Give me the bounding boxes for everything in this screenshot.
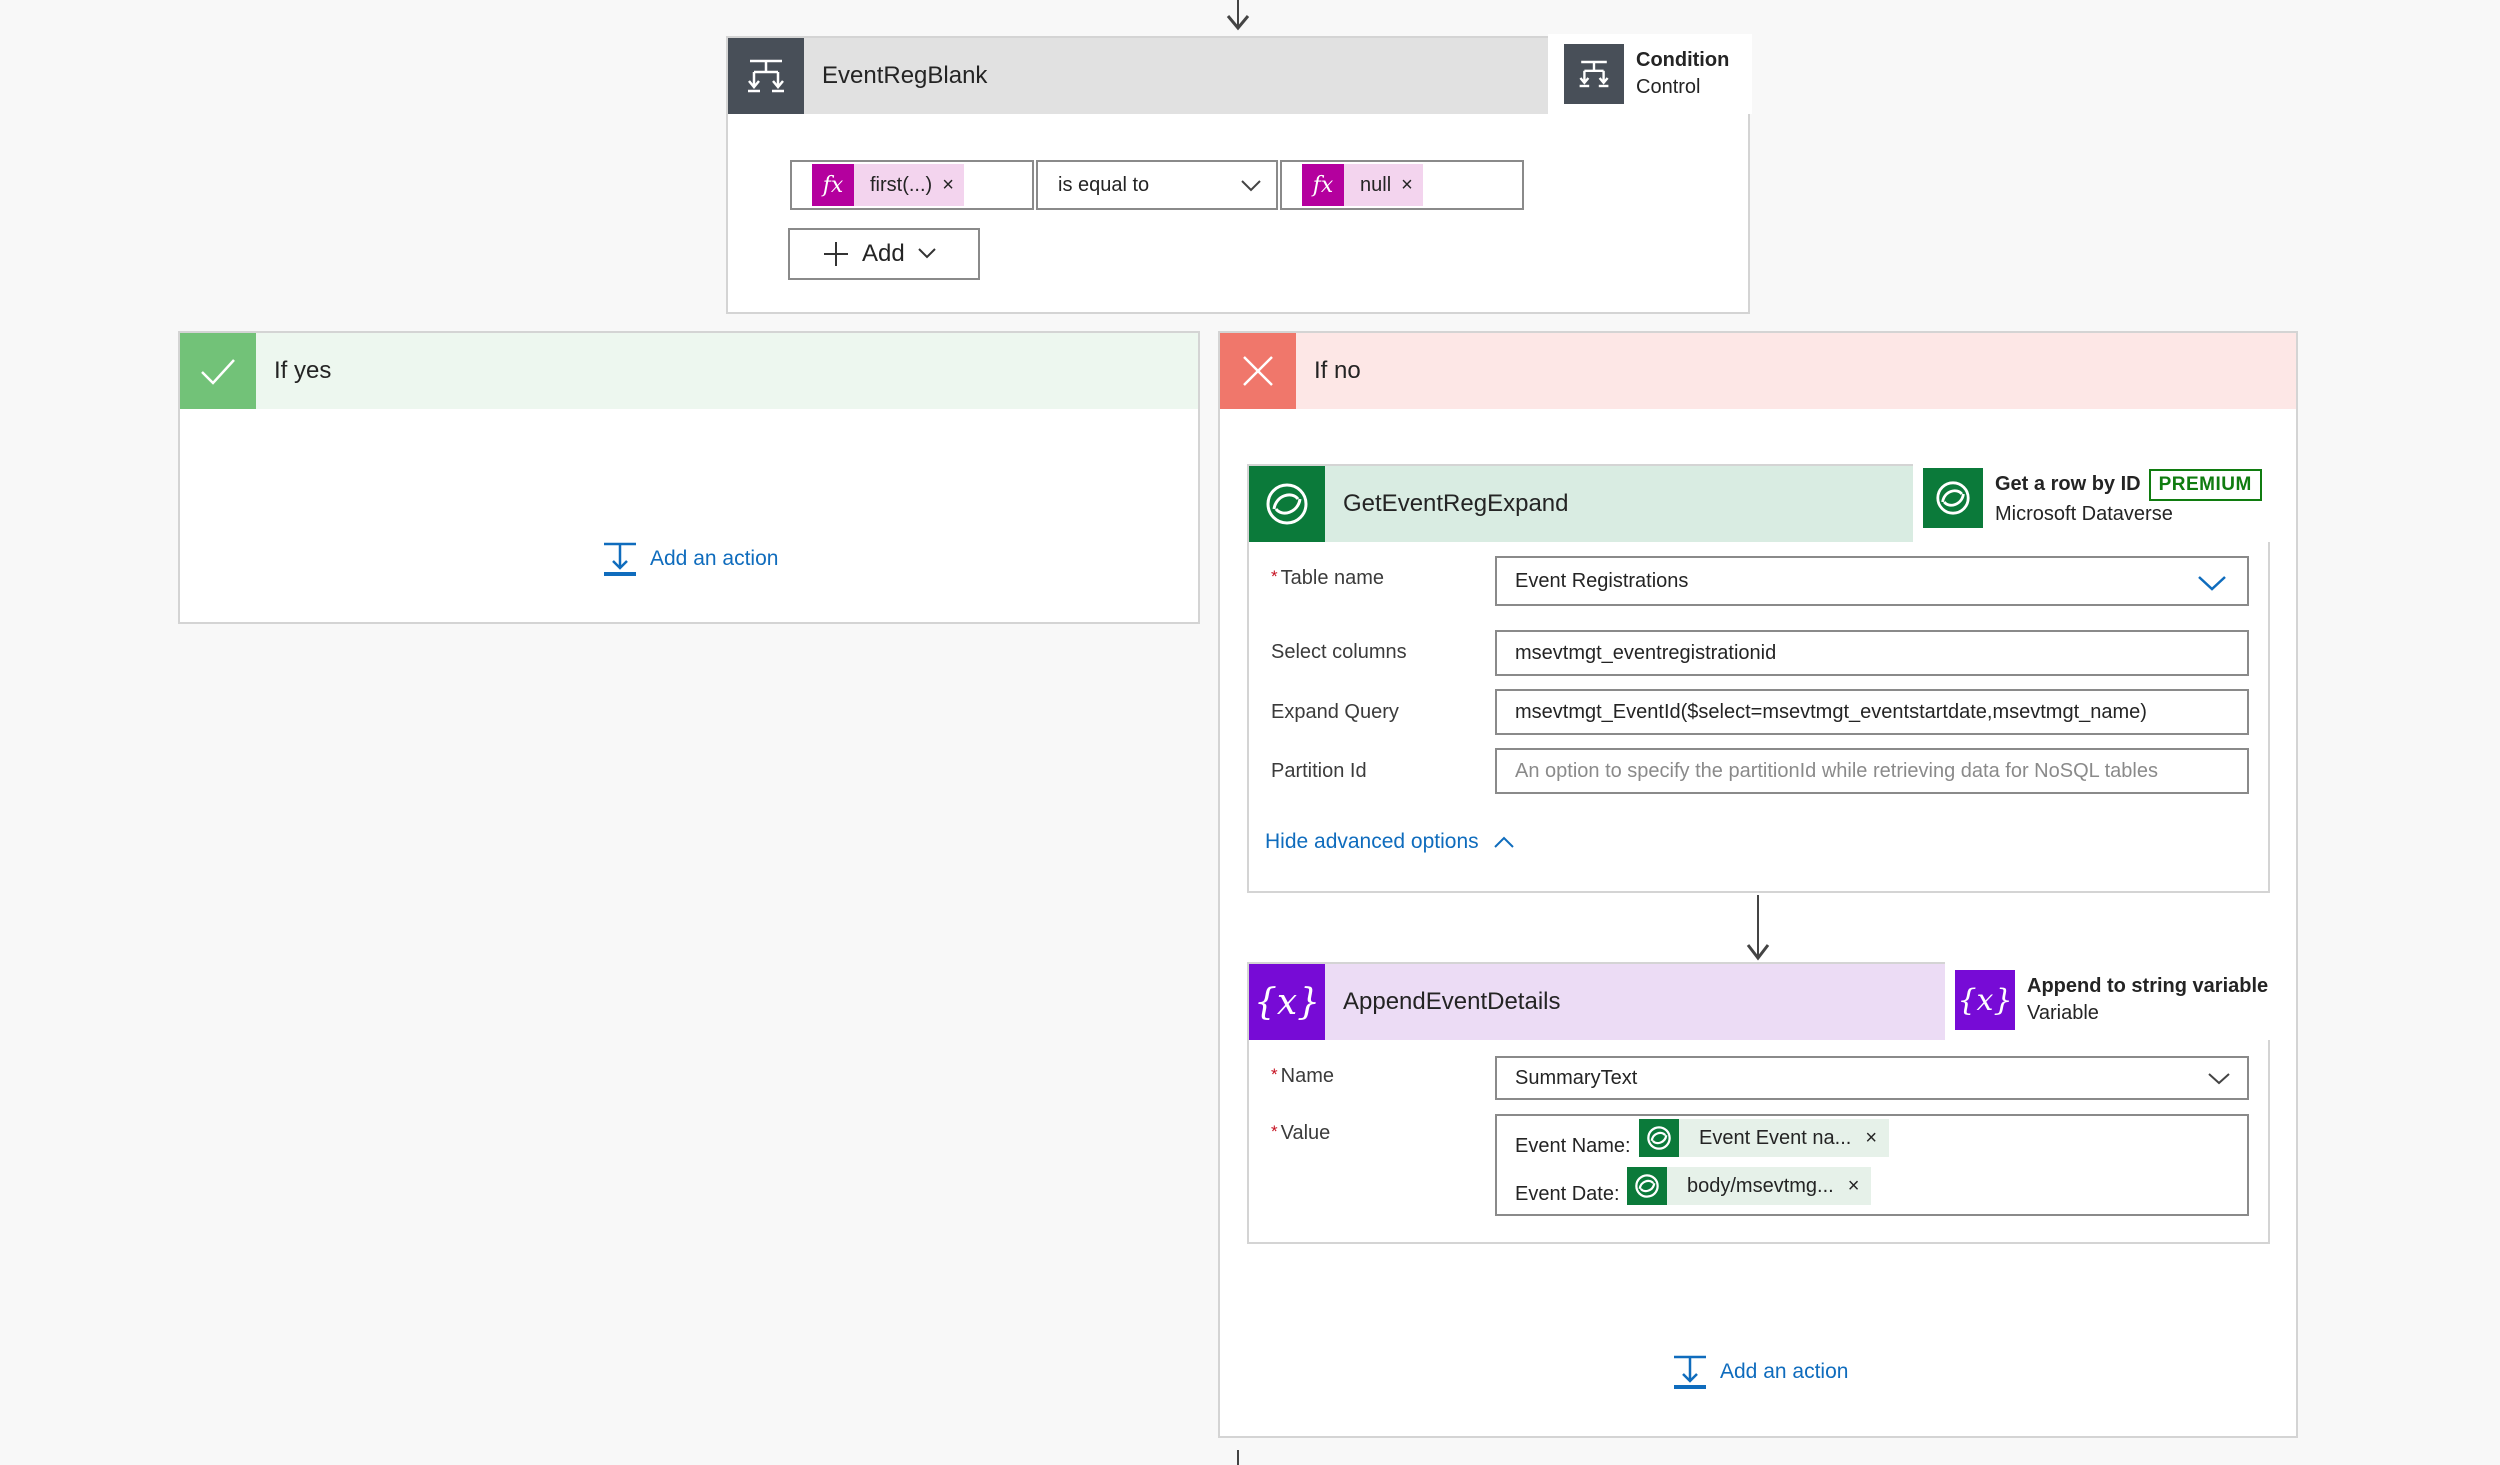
fx-icon: fx bbox=[1302, 164, 1344, 206]
right-operand-label: null bbox=[1360, 173, 1392, 196]
remove-token-icon[interactable]: × bbox=[1401, 174, 1423, 197]
dataverse-token-icon bbox=[1627, 1167, 1667, 1205]
table-name-value: Event Registrations bbox=[1515, 569, 1689, 592]
get-row-header[interactable]: GetEventRegExpand bbox=[1249, 466, 1913, 542]
append-badge-title: Append to string variable bbox=[2027, 975, 2269, 997]
left-operand-field[interactable]: fx first(...) × bbox=[790, 160, 1034, 210]
get-row-title: GetEventRegExpand bbox=[1343, 490, 1569, 517]
condition-title: EventRegBlank bbox=[822, 62, 988, 89]
value-label: * Value bbox=[1271, 1122, 1331, 1144]
bottom-connector-line bbox=[1237, 1450, 1239, 1465]
append-badge: {x} Append to string variable Variable bbox=[1945, 960, 2277, 1040]
append-card: {x} AppendEventDetails {x} Append to str… bbox=[1247, 960, 2277, 1244]
fx-icon: fx bbox=[812, 164, 854, 206]
table-name-label: * Table name bbox=[1271, 567, 1385, 589]
add-label: Add bbox=[862, 240, 905, 267]
event-date-token[interactable]: body/msevtmg... × bbox=[1627, 1167, 1872, 1205]
condition-badge-subtitle: Control bbox=[1636, 76, 1701, 98]
condition-badge-title: Condition bbox=[1636, 49, 1730, 71]
value-input[interactable]: Event Name: Event Event na... × Event Da… bbox=[1495, 1114, 2249, 1216]
get-row-badge: Get a row by ID PREMIUM Microsoft Dataver… bbox=[1913, 454, 2277, 542]
append-badge-subtitle: Variable bbox=[2027, 1002, 2099, 1024]
if-yes-header[interactable]: If yes bbox=[180, 333, 1198, 409]
hide-advanced-label: Hide advanced options bbox=[1265, 830, 1479, 853]
partition-id-label: Partition Id bbox=[1271, 760, 1367, 782]
remove-token-icon[interactable]: × bbox=[1848, 1175, 1872, 1198]
right-operand-token[interactable]: fx null × bbox=[1302, 164, 1423, 206]
remove-token-icon[interactable]: × bbox=[942, 174, 964, 197]
plus-icon bbox=[824, 242, 848, 266]
add-action-label: Add an action bbox=[650, 547, 779, 570]
add-action-icon bbox=[1674, 1355, 1706, 1389]
event-name-token[interactable]: Event Event na... × bbox=[1639, 1119, 1890, 1157]
left-operand-label: first(...) bbox=[870, 173, 933, 196]
event-name-token-label: Event Event na... bbox=[1699, 1126, 1852, 1149]
get-row-card: GetEventRegExpand Get a row by ID PREMIUM… bbox=[1247, 454, 2277, 893]
partition-id-input[interactable]: An option to specify the partitionId whi… bbox=[1495, 748, 2249, 794]
remove-token-icon[interactable]: × bbox=[1865, 1127, 1889, 1150]
select-columns-label: Select columns bbox=[1271, 641, 1407, 663]
get-row-badge-subtitle: Microsoft Dataverse bbox=[1995, 502, 2173, 525]
get-row-badge-title: Get a row by ID bbox=[1995, 472, 2141, 495]
name-value: SummaryText bbox=[1515, 1066, 1638, 1089]
condition-card: EventRegBlank Condition Control fx first… bbox=[726, 34, 1752, 314]
add-action-label: Add an action bbox=[1720, 1360, 1849, 1383]
condition-badge: Condition Control bbox=[1548, 34, 1752, 114]
mid-connector-arrow-icon bbox=[1746, 944, 1770, 961]
chevron-down-icon bbox=[1241, 180, 1261, 192]
event-date-token-label: body/msevtmg... bbox=[1687, 1174, 1834, 1197]
add-condition-button[interactable]: Add bbox=[788, 228, 980, 280]
dataverse-badge-icon bbox=[1923, 468, 1983, 528]
table-name-select[interactable]: Event Registrations bbox=[1495, 556, 2249, 606]
condition-badge-icon bbox=[1564, 44, 1624, 104]
variable-icon: {x} bbox=[1249, 964, 1325, 1040]
expand-query-value: msevtmgt_EventId($select=msevtmgt_events… bbox=[1515, 700, 2147, 723]
dataverse-icon bbox=[1249, 466, 1325, 542]
expand-query-input[interactable]: msevtmgt_EventId($select=msevtmgt_events… bbox=[1495, 689, 2249, 735]
chevron-down-icon bbox=[2208, 1073, 2230, 1085]
partition-id-placeholder: An option to specify the partitionId whi… bbox=[1515, 759, 2158, 782]
if-yes-add-action[interactable]: Add an action bbox=[602, 541, 778, 577]
condition-icon bbox=[728, 38, 804, 114]
right-operand-field[interactable]: fx null × bbox=[1280, 160, 1524, 210]
append-title: AppendEventDetails bbox=[1343, 988, 1561, 1015]
variable-badge-icon: {x} bbox=[1955, 970, 2015, 1030]
select-columns-value: msevtmgt_eventregistrationid bbox=[1515, 641, 1777, 664]
if-no-title: If no bbox=[1314, 357, 1361, 384]
expand-query-label: Expand Query bbox=[1271, 701, 1399, 723]
dataverse-token-icon bbox=[1639, 1119, 1679, 1157]
event-date-prefix: Event Date: bbox=[1515, 1183, 1620, 1205]
select-columns-input[interactable]: msevtmgt_eventregistrationid bbox=[1495, 630, 2249, 676]
chevron-down-icon bbox=[917, 248, 936, 259]
add-action-icon bbox=[604, 542, 636, 576]
name-label: * Name bbox=[1271, 1065, 1334, 1087]
append-header[interactable]: {x} AppendEventDetails bbox=[1249, 964, 1945, 1040]
if-no-add-action[interactable]: Add an action bbox=[1672, 1354, 1848, 1390]
chevron-down-icon bbox=[2198, 576, 2226, 591]
left-operand-token[interactable]: fx first(...) × bbox=[812, 164, 964, 206]
checkmark-icon bbox=[180, 333, 256, 409]
close-icon bbox=[1220, 333, 1296, 409]
hide-advanced-options-link[interactable]: Hide advanced options bbox=[1265, 830, 1515, 854]
operator-value: is equal to bbox=[1058, 173, 1150, 196]
chevron-up-icon bbox=[1493, 836, 1514, 848]
name-select[interactable]: SummaryText bbox=[1495, 1056, 2249, 1100]
if-no-header[interactable]: If no bbox=[1220, 333, 2296, 409]
premium-badge: PREMIUM bbox=[2148, 468, 2262, 501]
if-yes-title: If yes bbox=[274, 357, 332, 384]
event-name-prefix: Event Name: bbox=[1515, 1135, 1631, 1157]
if-yes-branch: If yes Add an action bbox=[178, 331, 1200, 624]
operator-select[interactable]: is equal to bbox=[1036, 160, 1278, 210]
top-connector-arrow-icon bbox=[1226, 15, 1250, 31]
